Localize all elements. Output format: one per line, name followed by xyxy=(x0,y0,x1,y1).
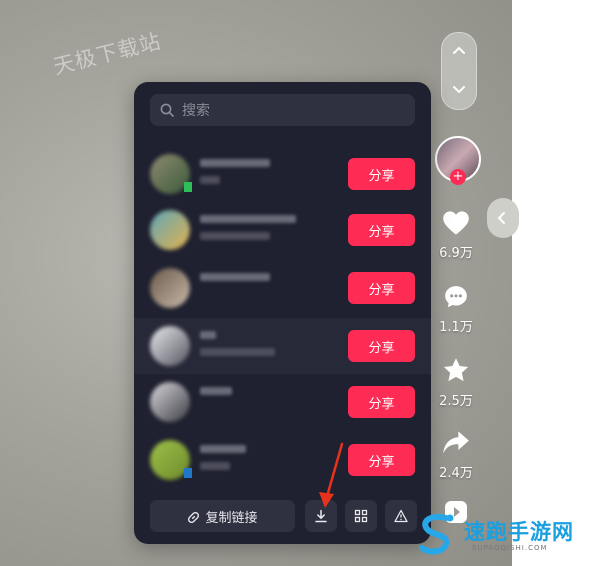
contact-name-blurred xyxy=(200,331,216,339)
share-action[interactable]: 2.4万 xyxy=(436,430,476,481)
heart-icon xyxy=(443,211,469,235)
page-margin xyxy=(512,0,600,566)
watermark-brand-domain: SUPAOQISHI.COM xyxy=(472,544,548,552)
contact-subtitle-blurred xyxy=(200,232,270,240)
search-icon xyxy=(160,103,174,117)
share-button[interactable]: 分享 xyxy=(348,214,415,246)
qr-code-button[interactable] xyxy=(345,500,377,532)
share-arrow-icon xyxy=(443,431,469,454)
contact-row[interactable]: 分享 xyxy=(134,374,431,430)
share-button[interactable]: 分享 xyxy=(348,386,415,418)
brand-logo-icon xyxy=(419,514,454,555)
watermark-brand-name: 速跑手游网 xyxy=(464,520,574,544)
author-avatar[interactable]: + xyxy=(435,136,481,185)
chevron-up-icon[interactable] xyxy=(451,43,467,59)
contact-badge xyxy=(184,182,192,192)
comment-action[interactable]: 1.1万 xyxy=(436,284,476,335)
contact-row[interactable]: 分享 xyxy=(134,202,431,258)
contact-name-blurred xyxy=(200,387,232,395)
share-button[interactable]: 分享 xyxy=(348,444,415,476)
qr-grid-icon xyxy=(354,509,368,523)
download-icon xyxy=(315,509,327,523)
annotation-arrow-icon xyxy=(319,442,344,508)
contact-row[interactable]: 分享 xyxy=(134,146,431,202)
contact-name-blurred xyxy=(200,215,296,223)
follow-plus-icon[interactable]: + xyxy=(450,169,466,185)
contact-row[interactable]: 分享 xyxy=(134,432,431,488)
chevron-down-icon[interactable] xyxy=(451,81,467,97)
contact-name-blurred xyxy=(200,445,246,453)
contact-avatar xyxy=(150,268,190,308)
favorite-count: 2.5万 xyxy=(439,394,473,409)
share-panel: 分享分享分享分享分享分享 复制链接 xyxy=(134,82,431,544)
search-input[interactable] xyxy=(180,94,404,128)
share-count: 2.4万 xyxy=(439,466,473,481)
chevron-left-icon xyxy=(497,212,505,224)
favorite-action[interactable]: 2.5万 xyxy=(436,357,476,409)
like-action[interactable]: 6.9万 xyxy=(436,210,476,261)
contact-subtitle-blurred xyxy=(200,462,230,470)
comment-icon xyxy=(445,286,467,308)
star-icon xyxy=(443,358,469,382)
contact-row[interactable]: 分享 xyxy=(134,260,431,316)
watermark-logo: 速跑手游网 SUPAOQISHI.COM xyxy=(402,510,592,560)
contact-row[interactable]: 分享 xyxy=(134,318,431,374)
contact-badge xyxy=(184,468,192,478)
contact-avatar xyxy=(150,210,190,250)
search-box[interactable] xyxy=(150,94,415,128)
video-nav-control xyxy=(441,32,477,110)
contact-name-blurred xyxy=(200,159,270,167)
collapse-sidebar-button[interactable] xyxy=(487,198,519,238)
share-button[interactable]: 分享 xyxy=(348,272,415,304)
share-button[interactable]: 分享 xyxy=(348,330,415,362)
link-icon xyxy=(188,511,200,523)
copy-link-button[interactable]: 复制链接 xyxy=(150,500,295,532)
comment-count: 1.1万 xyxy=(439,320,473,335)
contact-avatar xyxy=(150,382,190,422)
contact-name-blurred xyxy=(200,273,270,281)
contact-subtitle-blurred xyxy=(200,176,220,184)
contact-avatar xyxy=(150,326,190,366)
like-count: 6.9万 xyxy=(439,246,473,261)
share-button[interactable]: 分享 xyxy=(348,158,415,190)
copy-link-label: 复制链接 xyxy=(205,510,258,526)
contact-subtitle-blurred xyxy=(200,348,275,356)
